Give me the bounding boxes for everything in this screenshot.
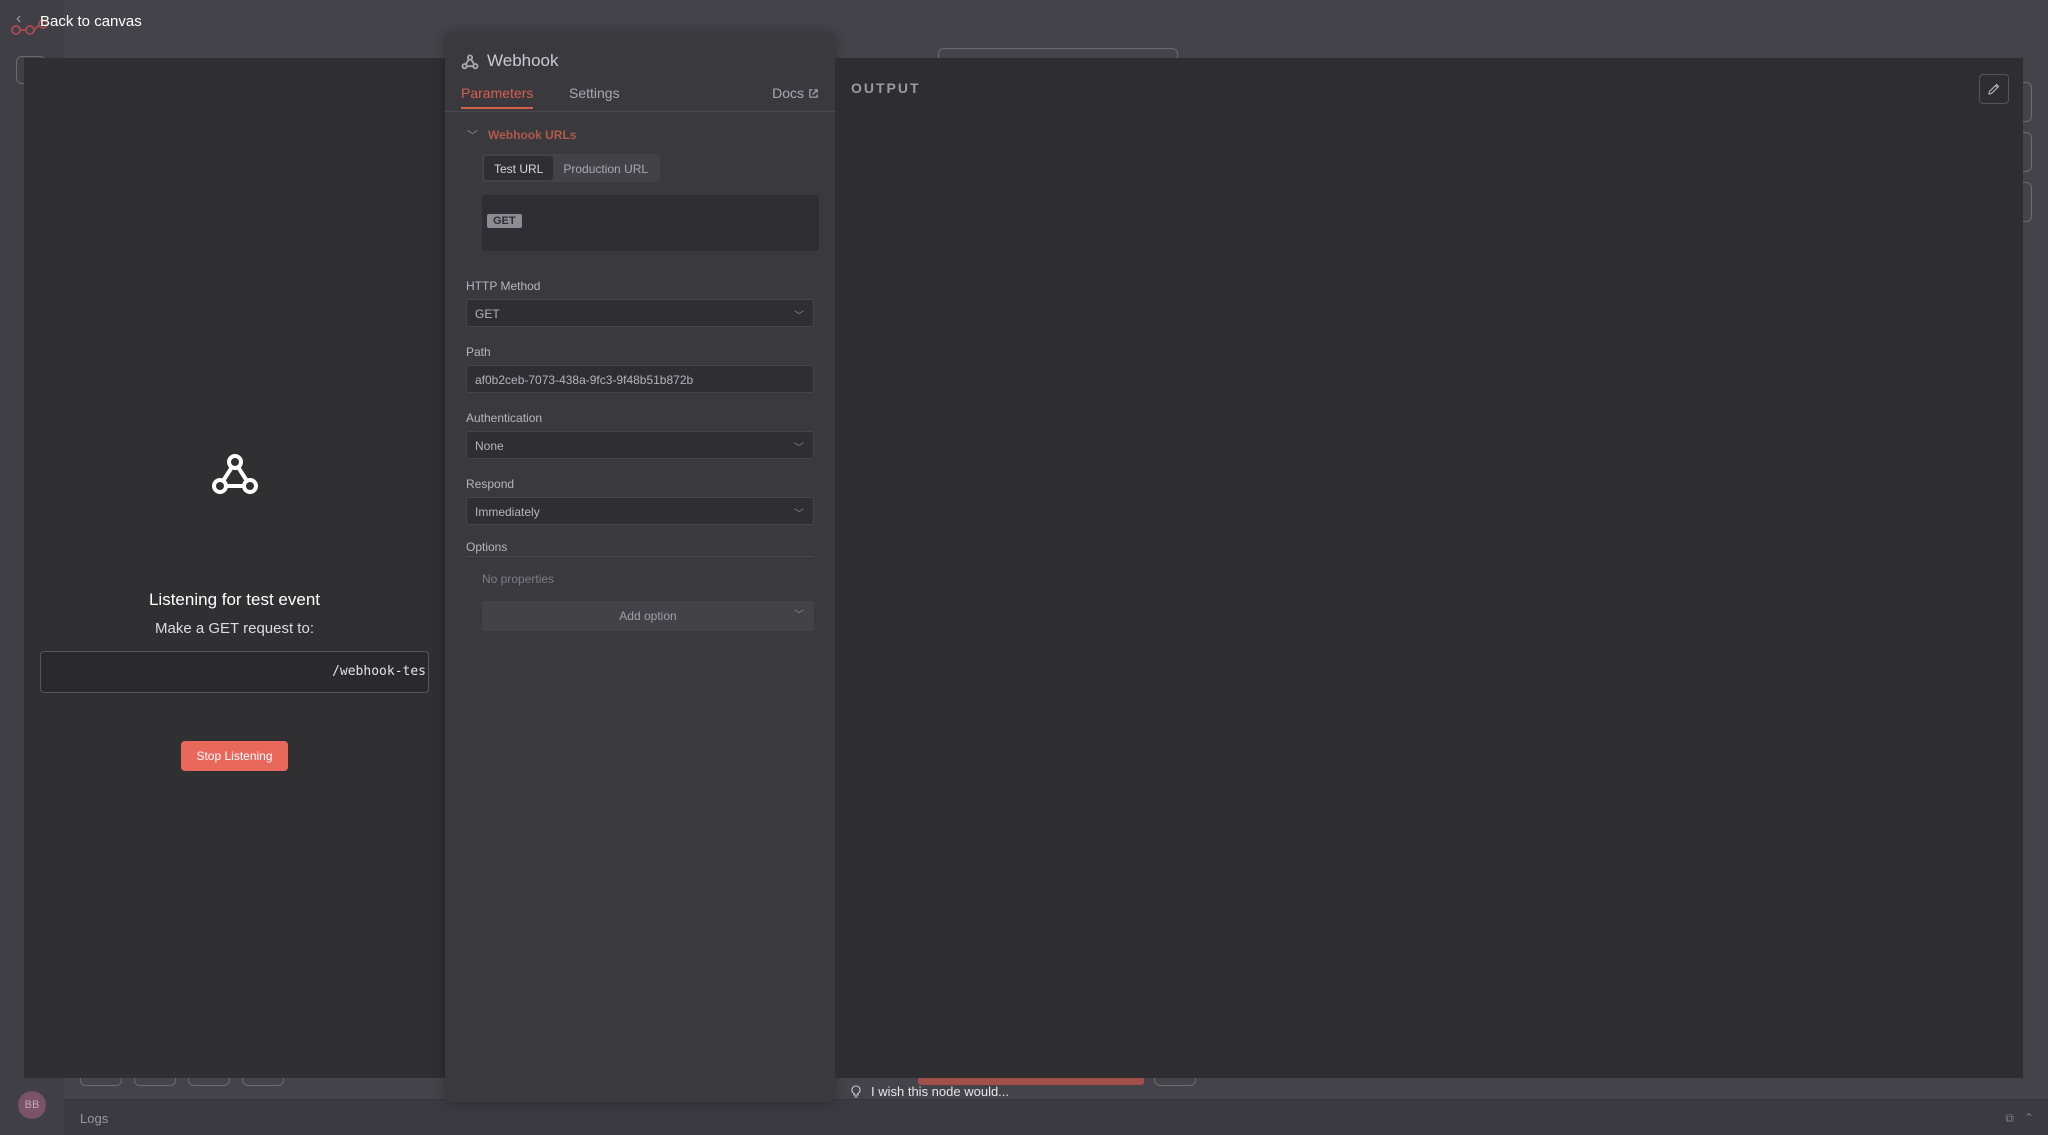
chevron-down-icon: ﹀ [467, 130, 478, 142]
feedback-label: I wish this node would... [871, 1084, 1010, 1099]
logs-bar [64, 1099, 2048, 1135]
lightbulb-icon [851, 1084, 861, 1098]
options-divider [466, 556, 814, 557]
webhook-url-display[interactable]: /webhook-tes [40, 651, 429, 693]
method-badge: GET [487, 214, 522, 228]
test-url-tab[interactable]: Test URL [484, 156, 554, 180]
arrow-left-icon[interactable]: ‹ [16, 10, 21, 28]
logs-controls[interactable]: ⧉ ⌃ [2005, 1111, 2034, 1126]
chevron-down-icon: ﹀ [794, 311, 804, 322]
webhook-icon [212, 454, 258, 494]
http-method-select[interactable]: GET ﹀ [466, 299, 814, 327]
node-tabs: Parameters Settings Docs [461, 85, 819, 111]
docs-label: Docs [772, 85, 804, 101]
output-pane [835, 58, 2023, 1078]
external-link-icon [809, 88, 818, 98]
pencil-icon [1988, 83, 2000, 95]
webhook-url-box[interactable]: GET [482, 195, 819, 251]
edit-output-button[interactable] [1979, 74, 2009, 104]
path-value: af0b2ceb-7073-438a-9fc3-9f48b51b872b [475, 373, 694, 387]
production-url-tab[interactable]: Production URL [553, 156, 658, 180]
webhook-urls-toggle[interactable]: ﹀ Webhook URLs [467, 127, 576, 143]
node-title[interactable]: Webhook [487, 51, 559, 71]
chevron-down-icon: ﹀ [794, 443, 804, 454]
back-to-canvas-link[interactable]: Back to canvas [40, 13, 142, 30]
http-method-label: HTTP Method [466, 279, 541, 293]
url-type-switch: Test URL Production URL [482, 154, 661, 182]
tab-docs[interactable]: Docs [772, 85, 819, 107]
webhook-urls-label: Webhook URLs [488, 128, 577, 142]
listening-subtitle: Make a GET request to: [155, 620, 314, 637]
http-method-value: GET [475, 307, 500, 321]
output-label: OUTPUT [851, 80, 921, 96]
respond-select[interactable]: Immediately ﹀ [466, 497, 814, 525]
listening-title: Listening for test event [148, 590, 321, 609]
respond-label: Respond [466, 477, 515, 491]
respond-value: Immediately [475, 505, 540, 519]
webhook-url-text: /webhook-tes [332, 664, 426, 679]
add-option-button[interactable]: Add option ﹀ [482, 601, 814, 631]
logs-label[interactable]: Logs [80, 1111, 108, 1126]
node-parameters-panel: Webhook Parameters Settings Docs ﹀ Webho… [445, 33, 835, 1102]
no-properties-text: No properties [482, 572, 555, 586]
stop-listening-button[interactable]: Stop Listening [181, 741, 288, 771]
add-option-label: Add option [619, 609, 677, 623]
path-label: Path [466, 345, 491, 359]
tab-parameters[interactable]: Parameters [461, 85, 534, 109]
options-label: Options [466, 540, 508, 554]
path-input[interactable]: af0b2ceb-7073-438a-9fc3-9f48b51b872b [466, 365, 814, 393]
avatar[interactable]: BB [18, 1091, 46, 1119]
input-pane [24, 58, 445, 1078]
chevron-down-icon: ﹀ [794, 610, 804, 621]
tabs-divider [445, 111, 835, 112]
authentication-select[interactable]: None ﹀ [466, 431, 814, 459]
node-header: Webhook [461, 51, 559, 71]
authentication-label: Authentication [466, 411, 543, 425]
authentication-value: None [475, 439, 504, 453]
feedback-link[interactable]: I wish this node would... [851, 1084, 1009, 1099]
webhook-icon [461, 53, 479, 69]
tab-settings[interactable]: Settings [569, 85, 620, 107]
chevron-down-icon: ﹀ [794, 509, 804, 520]
